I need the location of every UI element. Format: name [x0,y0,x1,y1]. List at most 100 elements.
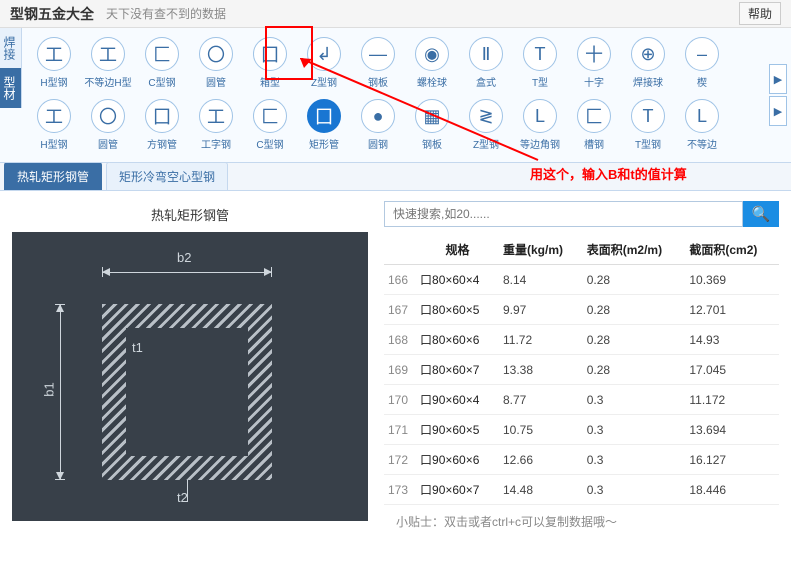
row-idx: 166 [384,265,416,295]
table-row[interactable]: 168口80×60×611.720.2814.93 [384,325,779,355]
ribbon-label: H型钢 [40,136,67,151]
ribbon-矩形管[interactable]: 囗矩形管 [300,96,348,154]
search-input[interactable] [384,201,743,227]
row-weight: 8.77 [499,385,583,415]
ribbon-圆钢[interactable]: ●圆钢 [354,96,402,154]
ribbon-盒式[interactable]: Ⅱ 盒式 [462,34,510,92]
row-weight: 8.14 [499,265,583,295]
row-idx: 168 [384,325,416,355]
ribbon-圆管[interactable]: 〇圆管 [192,34,240,92]
row-section: 16.127 [685,445,779,475]
tab-hot-rolled[interactable]: 热轧矩形钢管 [4,162,102,190]
icon-grid: 工H型钢工不等边H型匚C型钢〇圆管囗箱型↲Z型钢—钢板◉螺栓球Ⅱ盒式TT型十十字… [22,28,765,162]
ribbon-icon: L [685,99,719,133]
ribbon-label: 圆钢 [368,136,388,151]
ribbon-楔[interactable]: –楔 [678,34,726,92]
ribbon-icon: ⊕ [631,37,665,71]
row-spec: 口80×60×4 [416,265,499,295]
row-weight: 13.38 [499,355,583,385]
section-title: 热轧矩形钢管 [12,201,368,232]
ribbon-icon: 十 [577,37,611,71]
ribbon-icon: 匚 [145,37,179,71]
ribbon-label: H型钢 [40,74,67,89]
side-tab-profile[interactable]: 型材 [0,68,22,108]
ribbon-scroll-right-2[interactable]: ▶ [769,96,787,126]
ribbon-钢板[interactable]: ▦钢板 [408,96,456,154]
side-tabs: 焊接 型材 [0,28,22,162]
search-button[interactable]: 🔍 [743,201,779,227]
ribbon-icon: 工 [37,99,71,133]
ribbon-不等边[interactable]: L不等边 [678,96,726,154]
col-surface: 表面积(m2/m) [583,235,686,265]
ribbon-十字[interactable]: 十十字 [570,34,618,92]
row-section: 11.172 [685,385,779,415]
right-pane: 🔍 规格 重量(kg/m) 表面积(m2/m) 截面积(cm2) 166口80×… [380,191,791,529]
row-surface: 0.3 [583,475,686,505]
ribbon-方钢管[interactable]: 囗方钢管 [138,96,186,154]
row-spec: 口80×60×7 [416,355,499,385]
row-spec: 口90×60×5 [416,415,499,445]
ribbon-T型[interactable]: TT型 [516,34,564,92]
row-section: 13.694 [685,415,779,445]
ribbon-icon: ↲ [307,37,341,71]
ribbon-Z型钢[interactable]: ↲ Z型钢 [300,34,348,92]
row-surface: 0.3 [583,445,686,475]
col-weight: 重量(kg/m) [499,235,583,265]
ribbon-T型钢[interactable]: TT型钢 [624,96,672,154]
ribbon-Z型钢[interactable]: ≷Z型钢 [462,96,510,154]
ribbon-icon: 工 [199,99,233,133]
ribbon-scroll-right-1[interactable]: ▶ [769,64,787,94]
table-row[interactable]: 167口80×60×59.970.2812.701 [384,295,779,325]
table-row[interactable]: 170口90×60×48.770.311.172 [384,385,779,415]
ribbon-label: 焊接球 [633,74,663,89]
table-row[interactable]: 173口90×60×714.480.318.446 [384,475,779,505]
row-weight: 14.48 [499,475,583,505]
ribbon-icon: 囗 [145,99,179,133]
row-idx: 167 [384,295,416,325]
ribbon-icon: L [523,99,557,133]
ribbon-label: Z型钢 [473,136,499,151]
ribbon-icon: ▦ [415,99,449,133]
ribbon-等边角钢[interactable]: L等边角钢 [516,96,564,154]
hint-text: 小贴士：双击或者ctrl+c可以复制数据哦～ [384,505,779,538]
ribbon-label: C型钢 [148,74,175,89]
ribbon-H型钢[interactable]: 工 H型钢 [30,96,78,154]
ribbon-label: Z型钢 [311,74,337,89]
tab-cold-bent[interactable]: 矩形冷弯空心型钢 [106,162,228,190]
ribbon-圆管[interactable]: 〇圆管 [84,96,132,154]
help-button[interactable]: 帮助 [739,2,781,25]
ribbon-icon: ◉ [415,37,449,71]
side-tab-weld[interactable]: 焊接 [0,28,22,68]
ribbon-螺栓球[interactable]: ◉螺栓球 [408,34,456,92]
ribbon-label: 工字钢 [201,136,231,151]
ribbon-icon: Ⅱ [469,37,503,71]
row-idx: 171 [384,415,416,445]
table-row[interactable]: 172口90×60×612.660.316.127 [384,445,779,475]
ribbon-工字钢[interactable]: 工工字钢 [192,96,240,154]
ribbon-label: T型钢 [635,136,661,151]
row-weight: 9.97 [499,295,583,325]
ribbon-icon: 囗 [253,37,287,71]
ribbon-不等边H型[interactable]: 工不等边H型 [84,34,132,92]
ribbon-icon: 〇 [199,37,233,71]
sub-tabs: 热轧矩形钢管 矩形冷弯空心型钢 [0,163,791,191]
main: 热轧矩形钢管 b2 t1 b1 t2 [0,191,791,529]
ribbon-焊接球[interactable]: ⊕ 焊接球 [624,34,672,92]
ribbon-H型钢[interactable]: 工 H型钢 [30,34,78,92]
ribbon-icon: 匚 [577,99,611,133]
tagline: 天下没有查不到的数据 [106,5,226,22]
ribbon-icon: 工 [37,37,71,71]
ribbon-label: 盒式 [476,74,496,89]
spec-table: 规格 重量(kg/m) 表面积(m2/m) 截面积(cm2) 166口80×60… [384,235,779,505]
ribbon-槽钢[interactable]: 匚槽钢 [570,96,618,154]
ribbon-箱型[interactable]: 囗箱型 [246,34,294,92]
ribbon-C型钢[interactable]: 匚C型钢 [246,96,294,154]
table-row[interactable]: 169口80×60×713.380.2817.045 [384,355,779,385]
ribbon-C型钢[interactable]: 匚 C型钢 [138,34,186,92]
table-row[interactable]: 171口90×60×510.750.313.694 [384,415,779,445]
ribbon-scroll: ▶ ▶ [765,28,791,162]
ribbon-label: 钢板 [368,74,388,89]
ribbon-钢板[interactable]: —钢板 [354,34,402,92]
ribbon-label: 不等边H型 [84,74,131,89]
table-row[interactable]: 166口80×60×48.140.2810.369 [384,265,779,295]
